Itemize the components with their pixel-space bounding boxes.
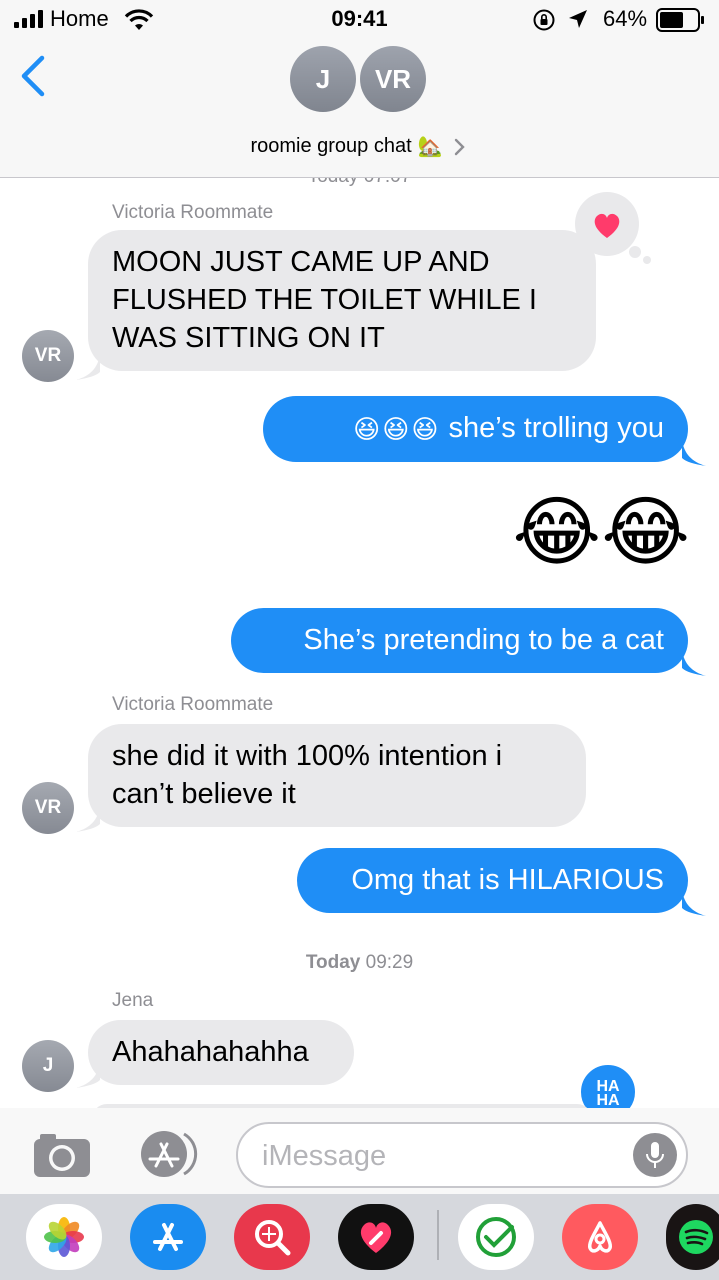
heart-tapback[interactable] — [575, 192, 657, 272]
sberbank-app[interactable] — [458, 1204, 534, 1270]
camera-button[interactable] — [30, 1130, 96, 1182]
bubble-tail — [682, 650, 706, 676]
apps-button[interactable] — [134, 1128, 206, 1180]
timestamp: Today 09:29 — [0, 952, 719, 974]
drawer-divider — [437, 1210, 439, 1260]
location-arrow-icon — [569, 10, 587, 28]
message-bubble-outgoing[interactable]: 😆😆😆 she’s trolling you — [263, 396, 688, 463]
haha-tapback[interactable]: HA HA — [578, 1062, 638, 1108]
airbnb-icon — [587, 1221, 613, 1253]
spotify-app[interactable] — [666, 1204, 719, 1270]
digital-touch-app[interactable] — [338, 1204, 414, 1270]
chevron-right-icon — [454, 138, 465, 155]
app-store-icon — [153, 1223, 183, 1251]
sender-avatar[interactable]: VR — [22, 330, 74, 382]
group-avatars[interactable]: J VR — [290, 42, 438, 124]
spotify-icon — [679, 1220, 713, 1254]
bubble-tail — [682, 440, 706, 466]
airbnb-app[interactable] — [562, 1204, 638, 1270]
heart-icon — [575, 192, 651, 264]
chevron-left-icon — [21, 55, 45, 97]
sender-avatar[interactable]: VR — [22, 782, 74, 834]
app-store-icon — [141, 1131, 198, 1177]
sender-name: Jena — [112, 990, 154, 1011]
message-text: she’s trolling you — [448, 412, 664, 444]
message-input[interactable] — [262, 1136, 622, 1176]
status-bar: Home 09:41 64% — [0, 0, 719, 40]
compose-bar — [0, 1108, 719, 1194]
digital-touch-icon — [360, 1222, 392, 1253]
battery-percentage: 64% — [603, 6, 648, 31]
sberbank-icon — [476, 1217, 516, 1257]
message-bubble-incoming[interactable]: Ahahahahahha — [88, 1020, 354, 1085]
timestamp-partial: Today 07:07 — [0, 178, 719, 188]
timestamp-day: Today — [305, 952, 361, 973]
avatar-j: J — [290, 46, 356, 112]
microphone-icon — [646, 1142, 664, 1168]
sender-name: Victoria Roommate — [112, 694, 274, 715]
message-thread[interactable]: Today 07:07 Victoria Roommate MOON JUST … — [0, 178, 719, 1108]
dictation-button[interactable] — [633, 1133, 677, 1177]
grinning-squint-emoji: 😆😆😆 — [353, 414, 441, 445]
timestamp-time: 09:29 — [365, 952, 414, 973]
message-bubble-outgoing[interactable]: Omg that is HILARIOUS — [297, 848, 688, 913]
group-name: roomie group chat — [250, 135, 412, 157]
app-store-app[interactable] — [130, 1204, 206, 1270]
battery-icon — [656, 8, 704, 32]
web-search-icon — [255, 1220, 291, 1256]
back-button[interactable] — [18, 54, 58, 102]
sender-avatar[interactable]: J — [22, 1040, 74, 1092]
message-bubble-incoming[interactable]: she did it with 100% intention i can’t b… — [88, 724, 586, 827]
message-field[interactable] — [236, 1122, 688, 1188]
web-search-app[interactable] — [234, 1204, 310, 1270]
rotation-lock-icon — [533, 9, 555, 31]
group-name-button[interactable]: roomie group chat 🏡 — [0, 134, 719, 159]
message-bubble-outgoing[interactable]: She’s pretending to be a cat — [231, 608, 688, 673]
photos-icon — [44, 1217, 84, 1257]
camera-icon — [34, 1134, 90, 1177]
avatar-vr: VR — [356, 42, 438, 124]
imessage-app-drawer[interactable] — [0, 1194, 719, 1280]
house-emoji: 🏡 — [417, 136, 443, 158]
message-bubble-incoming[interactable]: MOON JUST CAME UP AND FLUSHED THE TOILET… — [88, 230, 596, 371]
emoji-only-message[interactable]: 😂😂 — [490, 488, 690, 578]
bubble-tail — [682, 890, 706, 916]
sender-name: Victoria Roommate — [112, 202, 274, 223]
photos-app[interactable] — [26, 1204, 102, 1270]
conversation-header: Home 09:41 64% J VR roomie group chat 🏡 — [0, 0, 719, 178]
